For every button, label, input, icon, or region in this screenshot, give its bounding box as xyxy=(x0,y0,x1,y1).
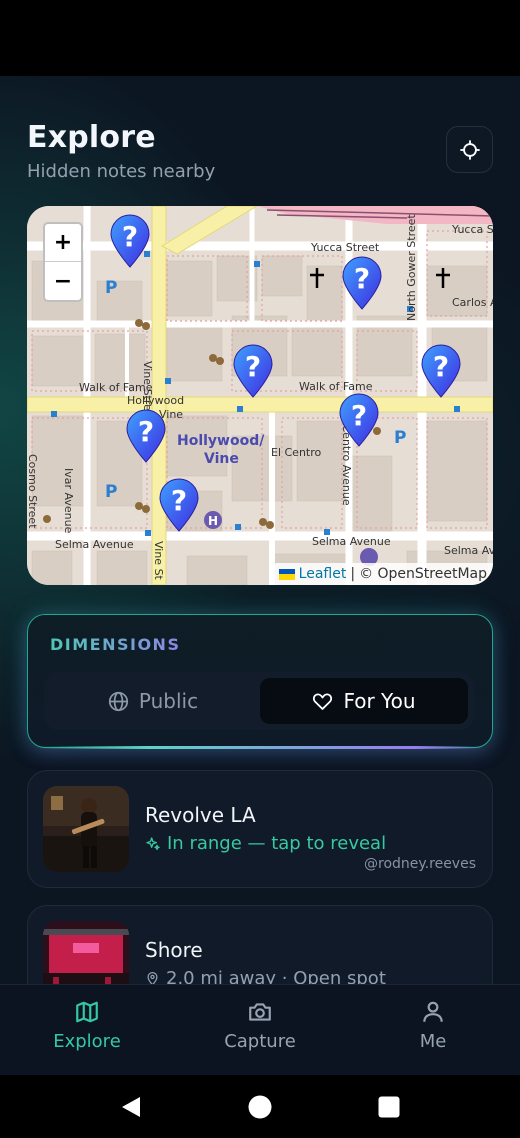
map-label: Ivar Avenue xyxy=(62,468,75,534)
map-label: Cosmo Street xyxy=(27,454,39,529)
svg-text:P: P xyxy=(394,428,406,448)
note-status: In range — tap to reveal xyxy=(145,833,386,854)
svg-text:H: H xyxy=(208,514,218,528)
zoom-in-button[interactable]: + xyxy=(45,224,81,262)
map-label: North Gower Street xyxy=(405,214,418,321)
locate-me-button[interactable] xyxy=(446,126,493,173)
osm-link[interactable]: © OpenStreetMap xyxy=(359,566,487,582)
page-title: Explore xyxy=(27,120,156,155)
dimension-selector: Public For You xyxy=(44,672,474,730)
map-label: El Centro xyxy=(271,446,322,459)
svg-text:P: P xyxy=(105,482,117,502)
map-label: Hollywood xyxy=(127,394,185,407)
for-you-option-label: For You xyxy=(343,689,416,713)
nav-explore-label: Explore xyxy=(53,1031,121,1052)
page-subtitle: Hidden notes nearby xyxy=(27,161,216,182)
globe-icon xyxy=(108,691,129,711)
nav-me[interactable]: Me xyxy=(373,999,493,1052)
nav-explore[interactable]: Explore xyxy=(27,999,147,1052)
question-map-pin-icon[interactable]: ? xyxy=(108,213,152,269)
crosshair-icon xyxy=(459,139,480,160)
question-map-pin-icon[interactable]: ? xyxy=(231,343,275,399)
question-map-pin-icon[interactable]: ? xyxy=(157,477,201,533)
svg-text:?: ? xyxy=(138,415,154,448)
map-label: Yucca Street xyxy=(311,241,380,254)
for-you-option-button[interactable]: For You xyxy=(260,678,468,724)
map-label: Selma Avenue xyxy=(312,535,391,548)
map-label: Walk of Fame xyxy=(79,381,153,394)
svg-text:?: ? xyxy=(354,262,370,295)
heart-icon xyxy=(313,693,333,710)
map-label: Selma Av xyxy=(444,544,493,557)
svg-text:?: ? xyxy=(122,220,138,253)
note-card[interactable]: Revolve LA In range — tap to reveal @rod… xyxy=(27,770,493,888)
svg-text:?: ? xyxy=(433,350,449,383)
nav-capture[interactable]: Capture xyxy=(200,999,320,1052)
note-author: @rodney.reeves xyxy=(364,856,476,872)
note-thumbnail xyxy=(43,921,129,986)
map-label-station: Hollywood/ xyxy=(177,433,265,449)
bottom-navigation: Explore Capture Me xyxy=(0,984,520,1075)
public-option-button[interactable]: Public xyxy=(50,678,256,724)
dimensions-label: DIMENSIONS xyxy=(50,635,181,654)
system-navigation-bar xyxy=(0,1075,520,1138)
nav-me-label: Me xyxy=(419,1031,447,1052)
recents-icon[interactable] xyxy=(377,1095,401,1119)
question-map-pin-icon[interactable]: ? xyxy=(419,343,463,399)
map-label-station: Vine xyxy=(204,451,239,467)
question-map-pin-icon[interactable]: ? xyxy=(337,392,381,448)
leaflet-link[interactable]: Leaflet xyxy=(299,566,347,582)
dimensions-panel: DIMENSIONS Public For You xyxy=(27,614,493,749)
camera-icon xyxy=(249,1003,271,1021)
note-thumbnail xyxy=(43,786,129,872)
public-option-label: Public xyxy=(138,689,199,713)
sparkle-icon xyxy=(146,836,160,850)
nav-capture-label: Capture xyxy=(224,1031,296,1052)
zoom-out-button[interactable]: − xyxy=(45,262,81,300)
status-bar xyxy=(0,0,520,76)
map-view[interactable]: P P P H Yucca Street Yucca S Carlos A Nort… xyxy=(27,206,493,585)
svg-text:?: ? xyxy=(245,350,261,383)
note-status-text: In range — tap to reveal xyxy=(167,833,387,854)
home-icon[interactable] xyxy=(247,1094,273,1120)
ukraine-flag-icon xyxy=(278,568,295,580)
svg-text:P: P xyxy=(105,278,117,298)
map-attribution: Leaflet | © OpenStreetMap xyxy=(272,563,493,585)
note-title: Shore xyxy=(145,938,203,962)
map-zoom-control: + − xyxy=(43,222,83,302)
person-icon xyxy=(423,1001,443,1022)
svg-text:?: ? xyxy=(351,399,367,432)
svg-text:?: ? xyxy=(171,484,187,517)
map-label: Selma Avenue xyxy=(55,538,134,551)
explore-screen: Explore Hidden notes nearby P P P H Yucc… xyxy=(0,76,520,986)
map-label: Yucca S xyxy=(452,223,493,236)
attribution-separator: | xyxy=(350,566,356,582)
back-icon[interactable] xyxy=(118,1094,144,1120)
map-label: Carlos A xyxy=(452,296,493,309)
map-label: Vine St xyxy=(152,541,165,580)
map-icon xyxy=(76,1001,98,1023)
question-map-pin-icon[interactable]: ? xyxy=(124,408,168,464)
note-title: Revolve LA xyxy=(145,803,256,827)
note-card[interactable]: Shore 2.0 mi away · Open spot xyxy=(27,905,493,986)
question-map-pin-icon[interactable]: ? xyxy=(340,255,384,311)
